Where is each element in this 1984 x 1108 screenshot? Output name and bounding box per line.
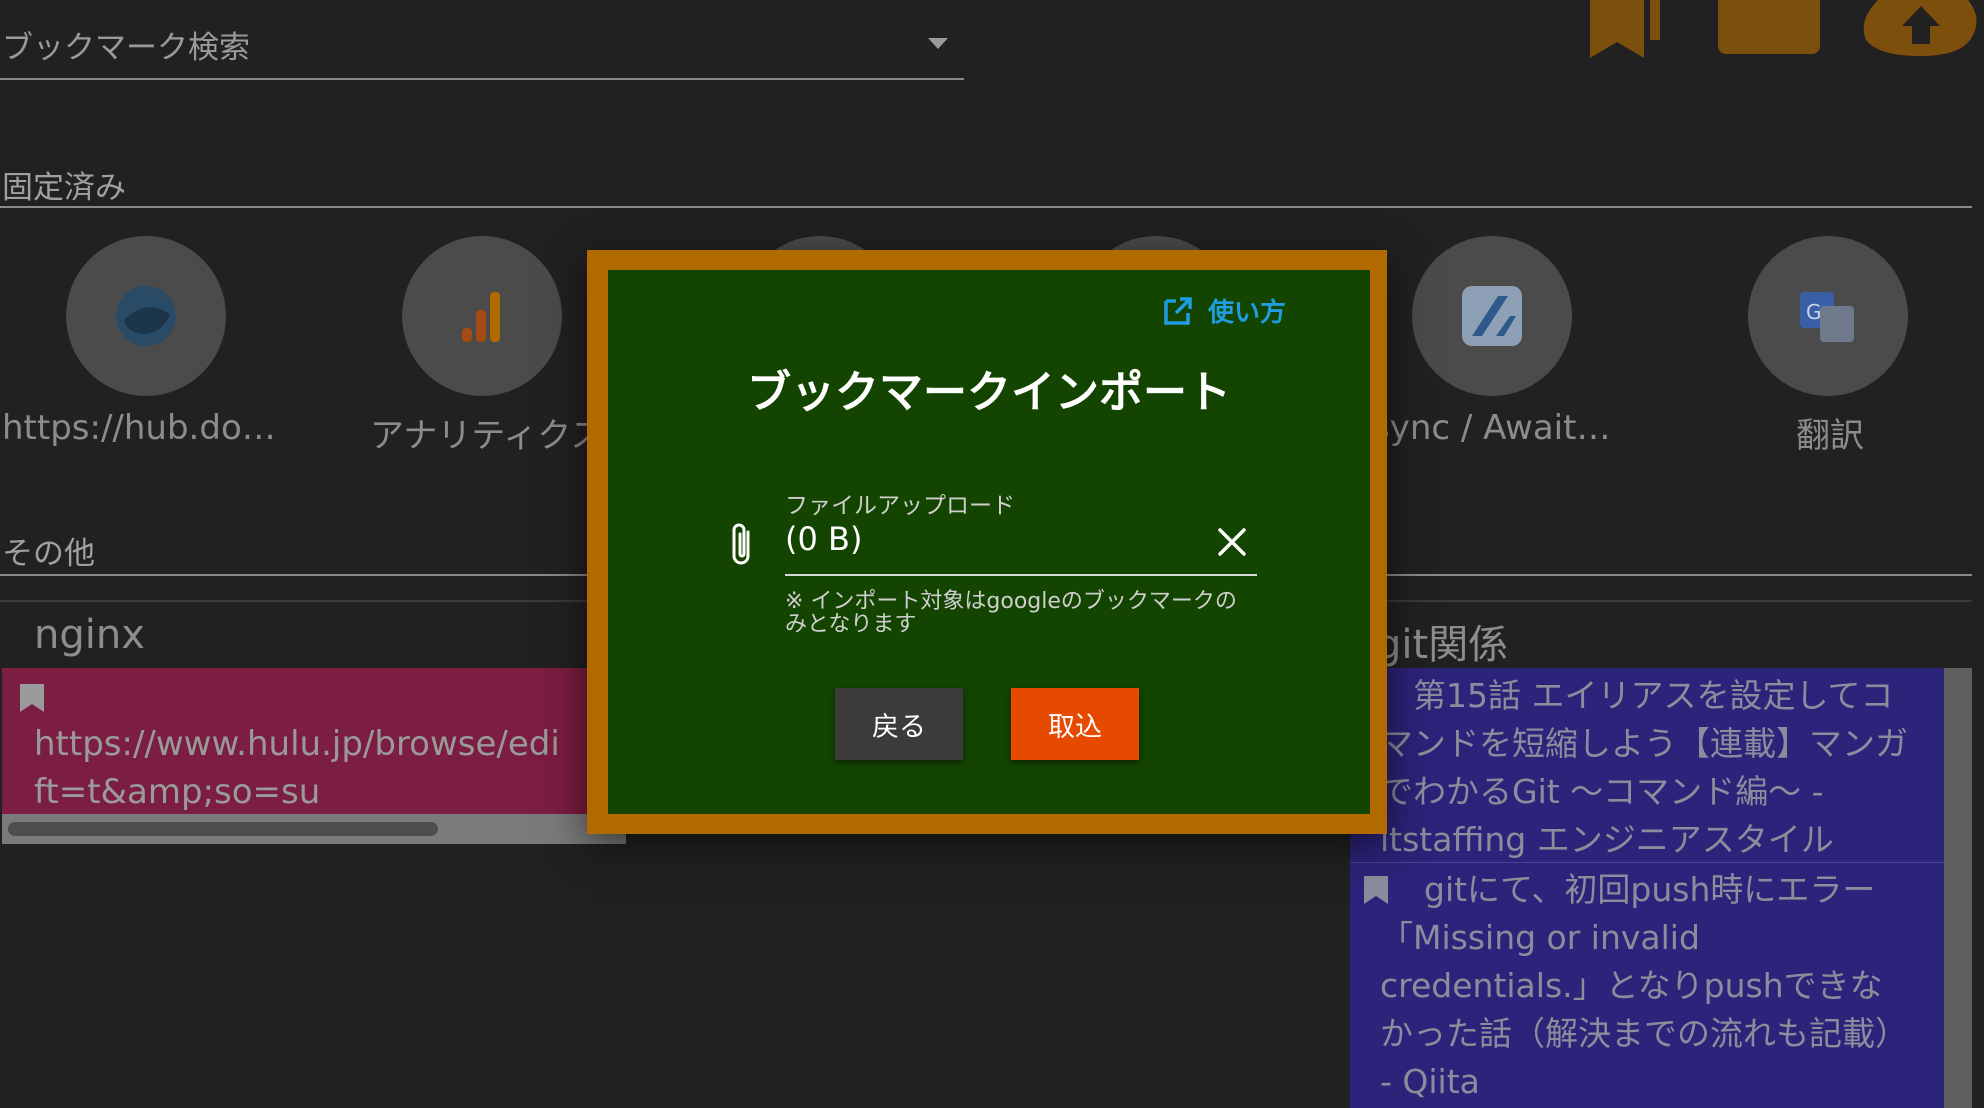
back-button[interactable]: 戻る bbox=[835, 688, 963, 760]
help-link[interactable]: 使い方 bbox=[1162, 292, 1286, 329]
import-button[interactable]: 取込 bbox=[1011, 688, 1139, 760]
help-link-label: 使い方 bbox=[1208, 298, 1287, 328]
dialog-body bbox=[608, 270, 1370, 814]
import-note: ※ インポート対象はgoogleのブックマークのみとなります bbox=[785, 589, 1237, 637]
input-underline bbox=[785, 574, 1257, 576]
paperclip-icon[interactable] bbox=[726, 520, 758, 572]
open-in-new-icon bbox=[1164, 296, 1192, 325]
dialog-title: ブックマークインポート bbox=[747, 367, 1231, 418]
file-upload-label: ファイルアップロード bbox=[785, 493, 1015, 519]
file-upload-input[interactable]: (0 B) bbox=[785, 520, 862, 558]
clear-icon[interactable] bbox=[1216, 526, 1248, 562]
